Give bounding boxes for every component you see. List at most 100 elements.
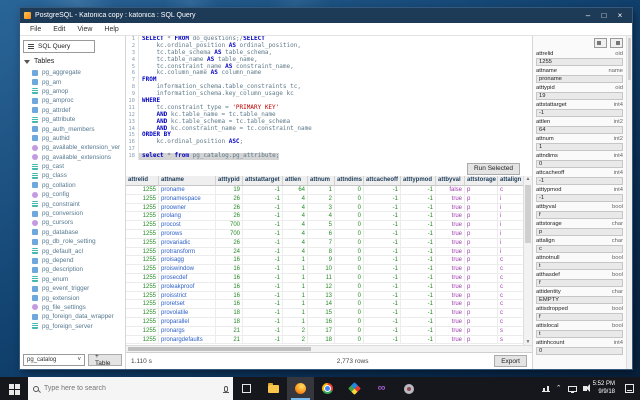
field-value-input[interactable]: f (536, 279, 623, 287)
taskbar-app-firefox[interactable] (287, 377, 314, 400)
run-selected-button[interactable]: Run Selected (466, 162, 520, 175)
sidebar-item-pg_extension[interactable]: pg_extension (23, 293, 122, 302)
field-value-input[interactable]: -1 (536, 177, 623, 185)
sidebar-item-pg_default_acl[interactable]: pg_default_acl (23, 246, 122, 255)
table-row[interactable]: 1255proleakproof16-11120-1-1truepctru (126, 282, 523, 292)
grid-vscroll-thumb[interactable] (525, 185, 531, 243)
table-row[interactable]: 1255pronamespace26-1420-1-1truepitru (126, 194, 523, 204)
sidebar-item-pg_authid[interactable]: pg_authid (23, 134, 122, 143)
column-header-attrelid[interactable]: attrelid (126, 176, 159, 186)
table-row[interactable]: 1255prosecdef16-11110-1-1truepctru (126, 273, 523, 283)
field-value-input[interactable]: -1 (536, 109, 623, 117)
sidebar-item-pg_foreign_data_wrapper[interactable]: pg_foreign_data_wrapper (23, 312, 122, 321)
column-header-attnum[interactable]: attnum (308, 176, 335, 186)
table-row[interactable]: 1255proiswindow16-11100-1-1truepctru (126, 265, 523, 274)
sql-editor[interactable]: 1 SELECT * FROM do_questions;/SELECT 2 kc.… (126, 36, 532, 161)
field-value-input[interactable]: 19 (536, 92, 623, 100)
column-header-atttypid[interactable]: atttypid (216, 176, 243, 186)
table-row[interactable]: 1255prolang26-1440-1-1truepitru (126, 212, 523, 222)
column-header-attlen[interactable]: attlen (283, 176, 308, 186)
grid-hscroll-thumb[interactable] (128, 347, 311, 351)
column-header-attndims[interactable]: attndims (335, 176, 364, 186)
taskbar-app-visual-studio[interactable] (368, 377, 395, 400)
column-header-attstorage[interactable]: attstorage (465, 176, 498, 186)
sidebar-item-pg_cast[interactable]: pg_cast (23, 162, 122, 171)
column-header-attname[interactable]: attname (159, 176, 216, 186)
sidebar-item-pg_foreign_server[interactable]: pg_foreign_server (23, 322, 122, 331)
grid-vertical-scrollbar[interactable]: ▲ ▼ (523, 176, 532, 345)
taskbar-app-task-view[interactable] (233, 377, 260, 400)
sidebar-item-pg_conversion[interactable]: pg_conversion (23, 209, 122, 218)
inspector-scrollbar[interactable] (626, 36, 632, 369)
sidebar-item-pg_event_trigger[interactable]: pg_event_trigger (23, 284, 122, 293)
title-bar[interactable]: PostgreSQL - Katonica copy : katonica : … (20, 8, 632, 23)
sidebar-item-pg_depend[interactable]: pg_depend (23, 256, 122, 265)
field-value-input[interactable]: EMPTY (536, 296, 623, 304)
field-value-input[interactable]: proname (536, 75, 623, 83)
taskbar-app-file-explorer[interactable] (260, 377, 287, 400)
tables-tree-root[interactable]: Tables (24, 58, 122, 65)
taskbar-app-diamond-app[interactable] (341, 377, 368, 400)
sidebar-item-pg_enum[interactable]: pg_enum (23, 275, 122, 284)
sidebar-item-pg_class[interactable]: pg_class (23, 171, 122, 180)
table-row[interactable]: 1255proisagg16-1190-1-1truepctru (126, 256, 523, 266)
activity-icon[interactable] (541, 385, 550, 392)
sidebar-item-pg_constraint[interactable]: pg_constraint (23, 199, 122, 208)
table-row[interactable]: 1255provolatile18-11150-1-1truepctru (126, 309, 523, 318)
maximize-button[interactable]: □ (596, 8, 612, 23)
table-row[interactable]: 1255pronargdefaults21-12180-1-1truepstru (126, 335, 523, 345)
search-input[interactable] (44, 385, 219, 392)
volume-icon[interactable] (582, 384, 590, 392)
sidebar-item-pg_database[interactable]: pg_database (23, 228, 122, 237)
sidebar-item-pg_amop[interactable]: pg_amop (23, 87, 122, 96)
previous-record-button[interactable] (594, 38, 607, 48)
column-header-attalign[interactable]: attalign (498, 176, 523, 186)
sidebar-item-pg_available_extension_ver[interactable]: pg_available_extension_ver (23, 143, 122, 152)
microphone-icon[interactable] (223, 385, 229, 393)
sidebar-item-pg_attribute[interactable]: pg_attribute (23, 115, 122, 124)
table-row[interactable]: 1255proname19-16410-1-1falsepctru (126, 186, 523, 195)
menu-item-view[interactable]: View (71, 26, 98, 33)
network-icon[interactable] (567, 385, 577, 393)
taskbar-clock[interactable]: 5:52 PM 9/9/18 (593, 381, 615, 396)
menu-item-file[interactable]: File (24, 26, 47, 33)
column-header-atttypmod[interactable]: atttypmod (401, 176, 436, 186)
field-value-input[interactable]: t (536, 262, 623, 270)
column-header-attbyval[interactable]: attbyval (436, 176, 465, 186)
taskbar-search[interactable] (28, 377, 233, 400)
field-value-input[interactable]: -1 (536, 194, 623, 202)
sidebar-item-pg_am[interactable]: pg_am (23, 77, 122, 86)
scroll-up-arrow-icon[interactable]: ▲ (524, 176, 532, 182)
close-button[interactable]: × (612, 8, 628, 23)
sidebar-item-pg_attrdef[interactable]: pg_attrdef (23, 106, 122, 115)
export-button[interactable]: Export (494, 355, 527, 367)
sidebar-item-pg_available_extensions[interactable]: pg_available_extensions (23, 153, 122, 162)
table-row[interactable]: 1255proowner26-1430-1-1truepitru (126, 203, 523, 213)
inspector-scroll-thumb[interactable] (628, 38, 631, 80)
table-row[interactable]: 1255proisstrict16-11130-1-1truepctru (126, 291, 523, 301)
table-row[interactable]: 1255prorows700-1460-1-1truepitru (126, 229, 523, 239)
sidebar-item-pg_cursors[interactable]: pg_cursors (23, 218, 122, 227)
hidden-icons-chevron-icon[interactable]: ⌃ (556, 385, 562, 392)
sidebar-item-pg_auth_members[interactable]: pg_auth_members (23, 124, 122, 133)
table-row[interactable]: 1255pronargs21-12170-1-1truepstru (126, 326, 523, 336)
table-row[interactable]: 1255procost700-1450-1-1truepitru (126, 221, 523, 230)
sidebar-item-pg_aggregate[interactable]: pg_aggregate (23, 68, 122, 77)
field-value-input[interactable]: f (536, 211, 623, 219)
schema-select[interactable]: pg_catalog ˅ (23, 354, 85, 366)
table-row[interactable]: 1255proretset16-11140-1-1truepctru (126, 300, 523, 310)
field-value-input[interactable]: c (536, 245, 623, 253)
column-header-attcacheoff[interactable]: attcacheoff (364, 176, 401, 186)
table-row[interactable]: 1255proparallel18-11160-1-1truepctru (126, 317, 523, 327)
action-center-icon[interactable] (625, 384, 634, 393)
field-value-input[interactable]: f (536, 313, 623, 321)
field-value-input[interactable]: t (536, 330, 623, 338)
table-row[interactable]: 1255protransform24-1480-1-1truepitru (126, 247, 523, 257)
table-row[interactable]: 1255provariadic26-1470-1-1truepitru (126, 238, 523, 248)
sidebar-item-pg_collation[interactable]: pg_collation (23, 181, 122, 190)
menu-item-help[interactable]: Help (98, 26, 124, 33)
field-value-input[interactable]: 64 (536, 126, 623, 134)
taskbar-app-chrome[interactable] (314, 377, 341, 400)
taskbar-app-misc-app[interactable] (395, 377, 422, 400)
sidebar-item-pg_amproc[interactable]: pg_amproc (23, 96, 122, 105)
